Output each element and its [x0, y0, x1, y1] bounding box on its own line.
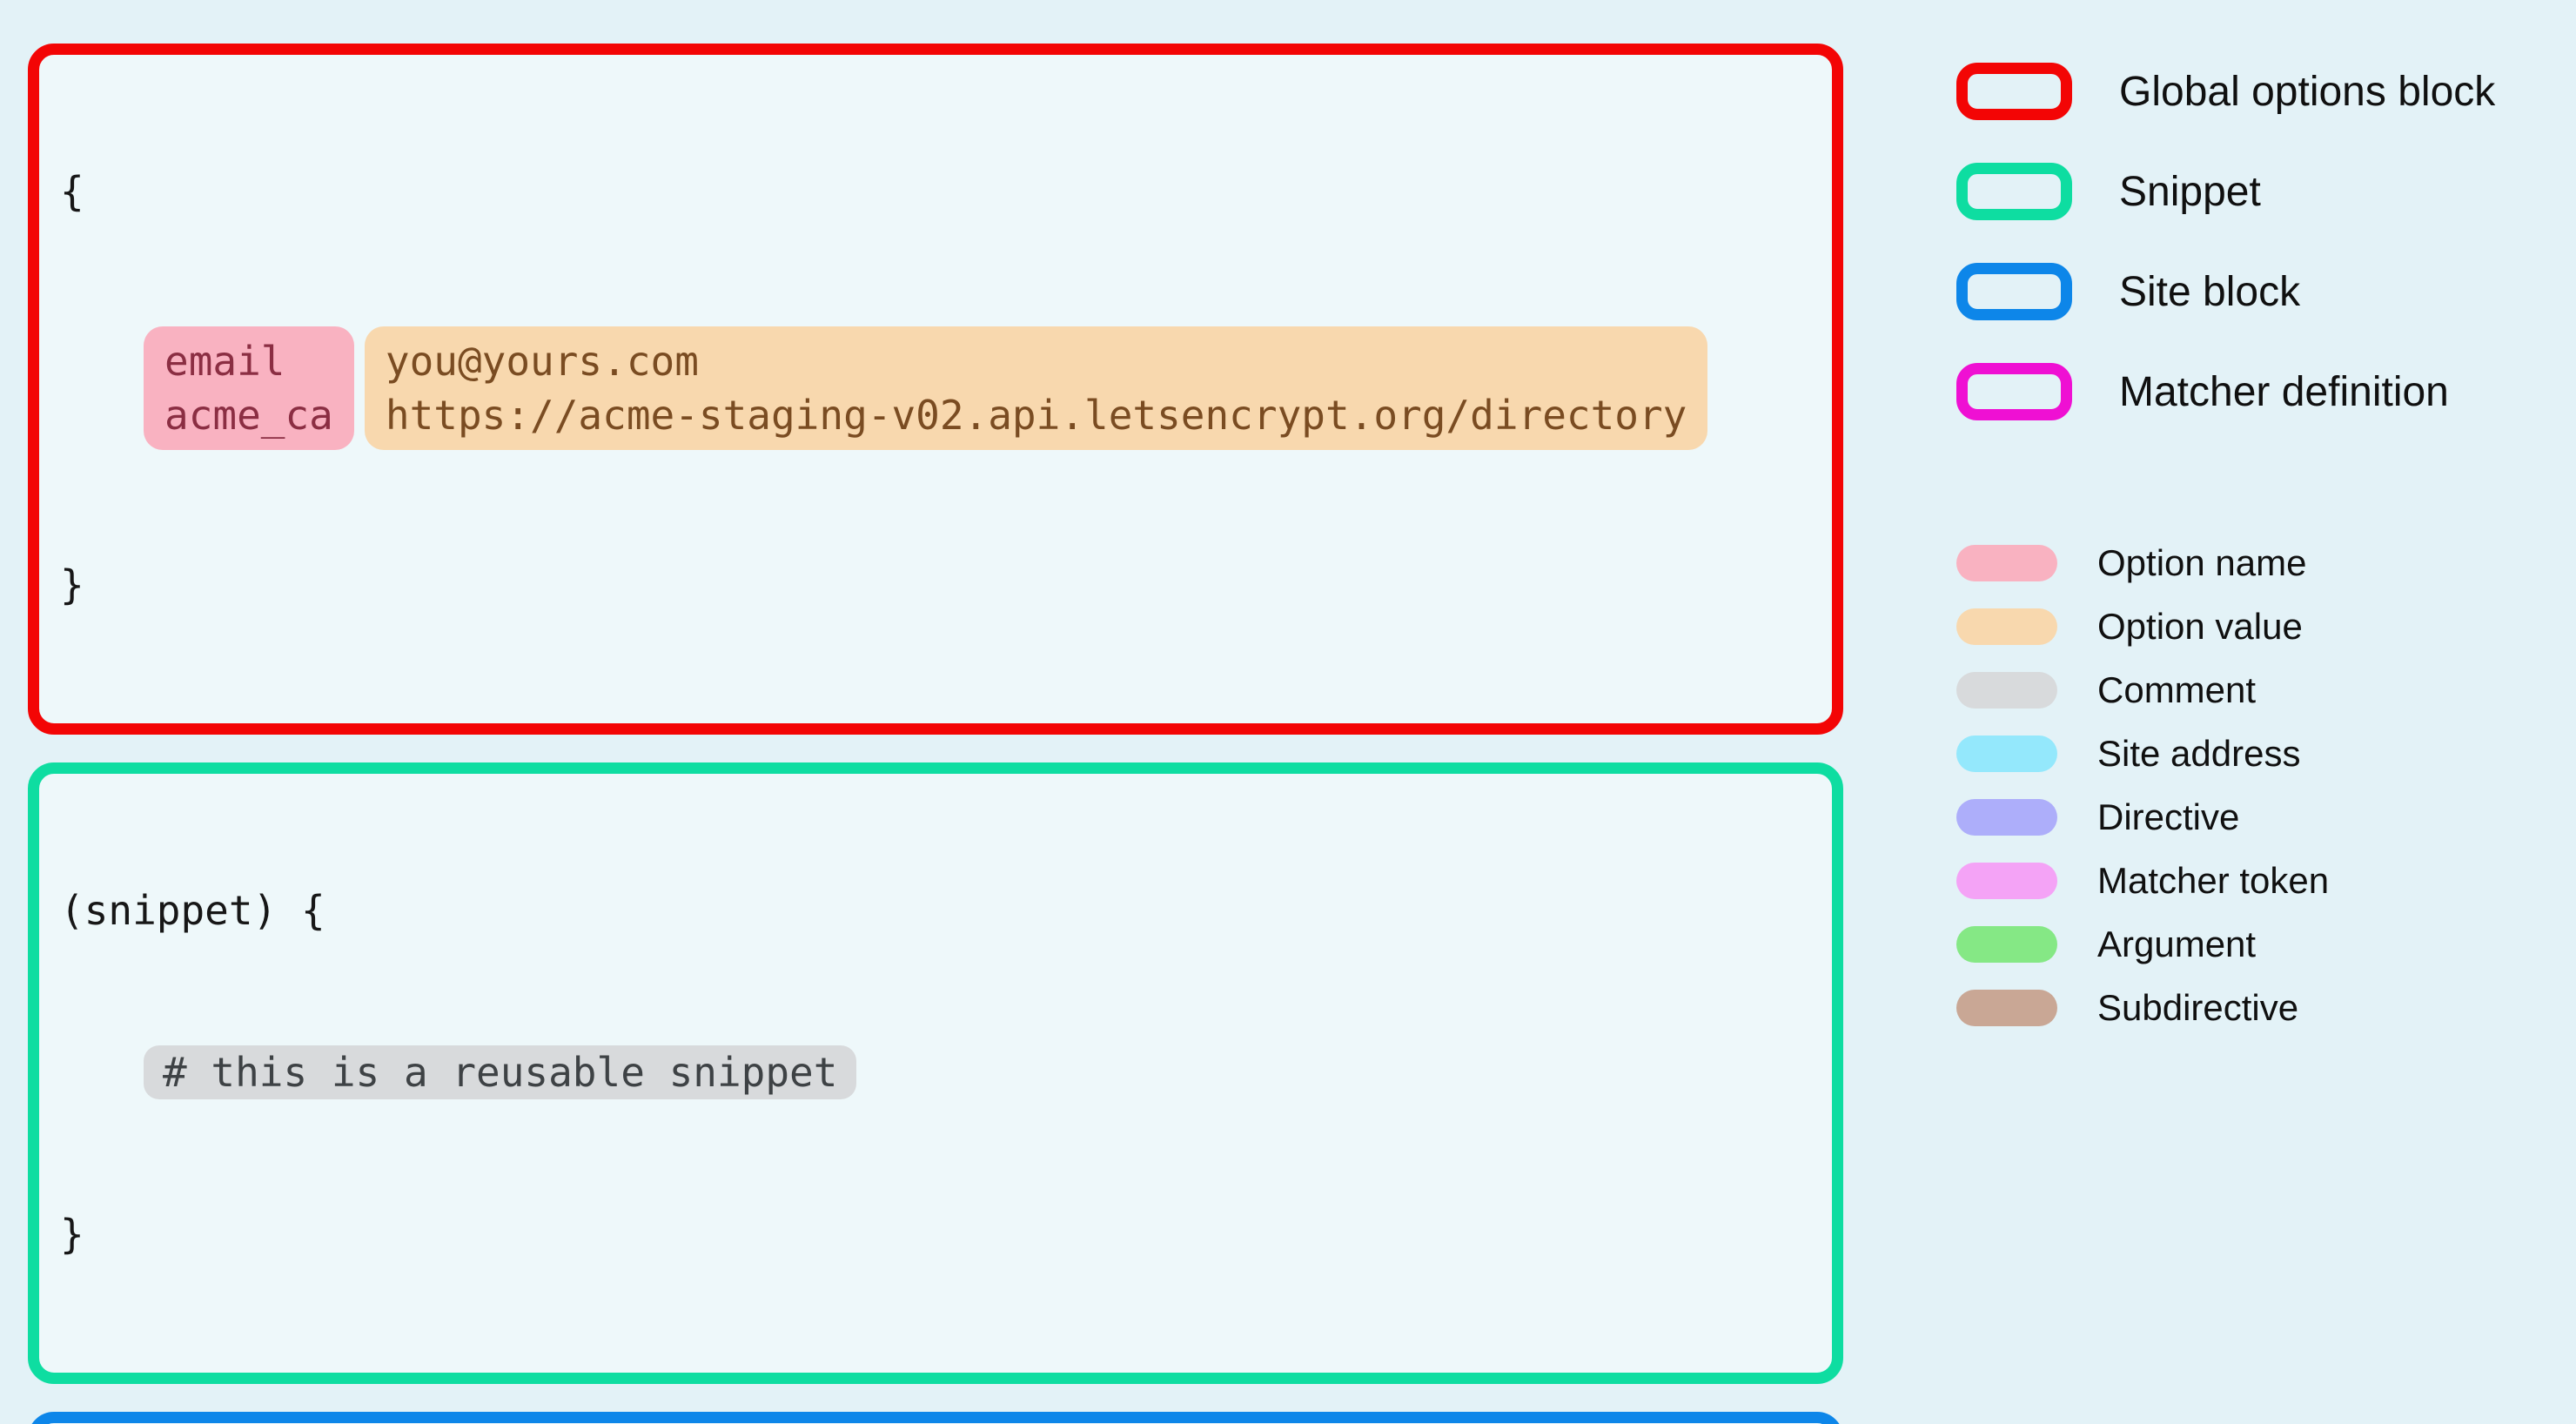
option-name-acme-ca: acme_ca [164, 392, 333, 439]
legend-item-directive: Directive [1956, 796, 2495, 838]
legend-swatch-list: Option name Option value Comment Site ad… [1956, 542, 2495, 1029]
close-brace: } [60, 1211, 84, 1258]
legend-outline-list: Global options block Snippet Site block … [1956, 63, 2495, 420]
legend-item-global-options: Global options block [1956, 63, 2495, 120]
comment-swatch [1956, 672, 2057, 709]
legend-item-matcher-token: Matcher token [1956, 860, 2495, 902]
legend-label: Argument [2097, 924, 2257, 964]
open-brace: { [60, 168, 84, 215]
legend-label: Matcher definition [2119, 368, 2449, 415]
option-name-swatch [1956, 545, 2057, 581]
legend-item-site-block: Site block [1956, 263, 2495, 320]
legend-label: Comment [2097, 669, 2257, 710]
legend: Global options block Snippet Site block … [1956, 63, 2495, 1029]
code-line: } [60, 558, 1811, 612]
legend-label: Site block [2119, 268, 2301, 315]
subdirective-swatch [1956, 990, 2057, 1026]
code-line: } [60, 1207, 1811, 1261]
legend-label: Site address [2097, 733, 2301, 774]
site-block-example: example.com { @post { method POST } reve… [28, 1412, 1843, 1424]
argument-swatch [1956, 926, 2057, 963]
code-blocks-column: { email acme_ca you@yours.com https://ac… [28, 44, 1843, 1424]
code-line: { [60, 165, 1811, 218]
matcher-token-swatch [1956, 863, 2057, 899]
token-option-value: you@yours.com https://acme-staging-v02.a… [364, 326, 1708, 450]
code-line: (snippet) { [60, 883, 1811, 937]
legend-label: Option name [2097, 542, 2307, 583]
legend-item-argument: Argument [1956, 924, 2495, 965]
legend-label: Snippet [2119, 168, 2261, 215]
legend-item-comment: Comment [1956, 669, 2495, 711]
global-options-outline-swatch [1956, 63, 2072, 120]
option-value-email: you@yours.com [385, 338, 699, 385]
legend-item-option-value: Option value [1956, 606, 2495, 648]
site-address-swatch [1956, 736, 2057, 772]
global-options-block: { email acme_ca you@yours.com https://ac… [28, 44, 1843, 735]
legend-label: Option value [2097, 606, 2303, 647]
legend-label: Matcher token [2097, 860, 2330, 901]
token-comment: # this is a reusable snippet [144, 1045, 857, 1099]
legend-item-option-name: Option name [1956, 542, 2495, 584]
legend-label: Directive [2097, 796, 2240, 837]
snippet-outline-swatch [1956, 163, 2072, 220]
legend-item-site-address: Site address [1956, 733, 2495, 775]
legend-item-snippet: Snippet [1956, 163, 2495, 220]
snippet-block: (snippet) { # this is a reusable snippet… [28, 762, 1843, 1384]
legend-item-matcher-definition: Matcher definition [1956, 363, 2495, 420]
directive-swatch [1956, 799, 2057, 836]
legend-item-subdirective: Subdirective [1956, 987, 2495, 1029]
option-value-swatch [1956, 608, 2057, 645]
legend-label: Subdirective [2097, 987, 2299, 1028]
code-line: # this is a reusable snippet [60, 1045, 1811, 1099]
option-value-acme-ca: https://acme-staging-v02.api.letsencrypt… [385, 392, 1687, 439]
code-line: email acme_ca you@yours.com https://acme… [60, 326, 1811, 450]
snippet-header: (snippet) { [60, 887, 325, 934]
matcher-definition-outline-swatch [1956, 363, 2072, 420]
close-brace: } [60, 561, 84, 608]
legend-label: Global options block [2119, 68, 2496, 115]
site-block-outline-swatch [1956, 263, 2072, 320]
caddyfile-structure-diagram: { email acme_ca you@yours.com https://ac… [0, 0, 2576, 1424]
token-option-name: email acme_ca [144, 326, 354, 450]
option-name-email: email [164, 338, 285, 385]
